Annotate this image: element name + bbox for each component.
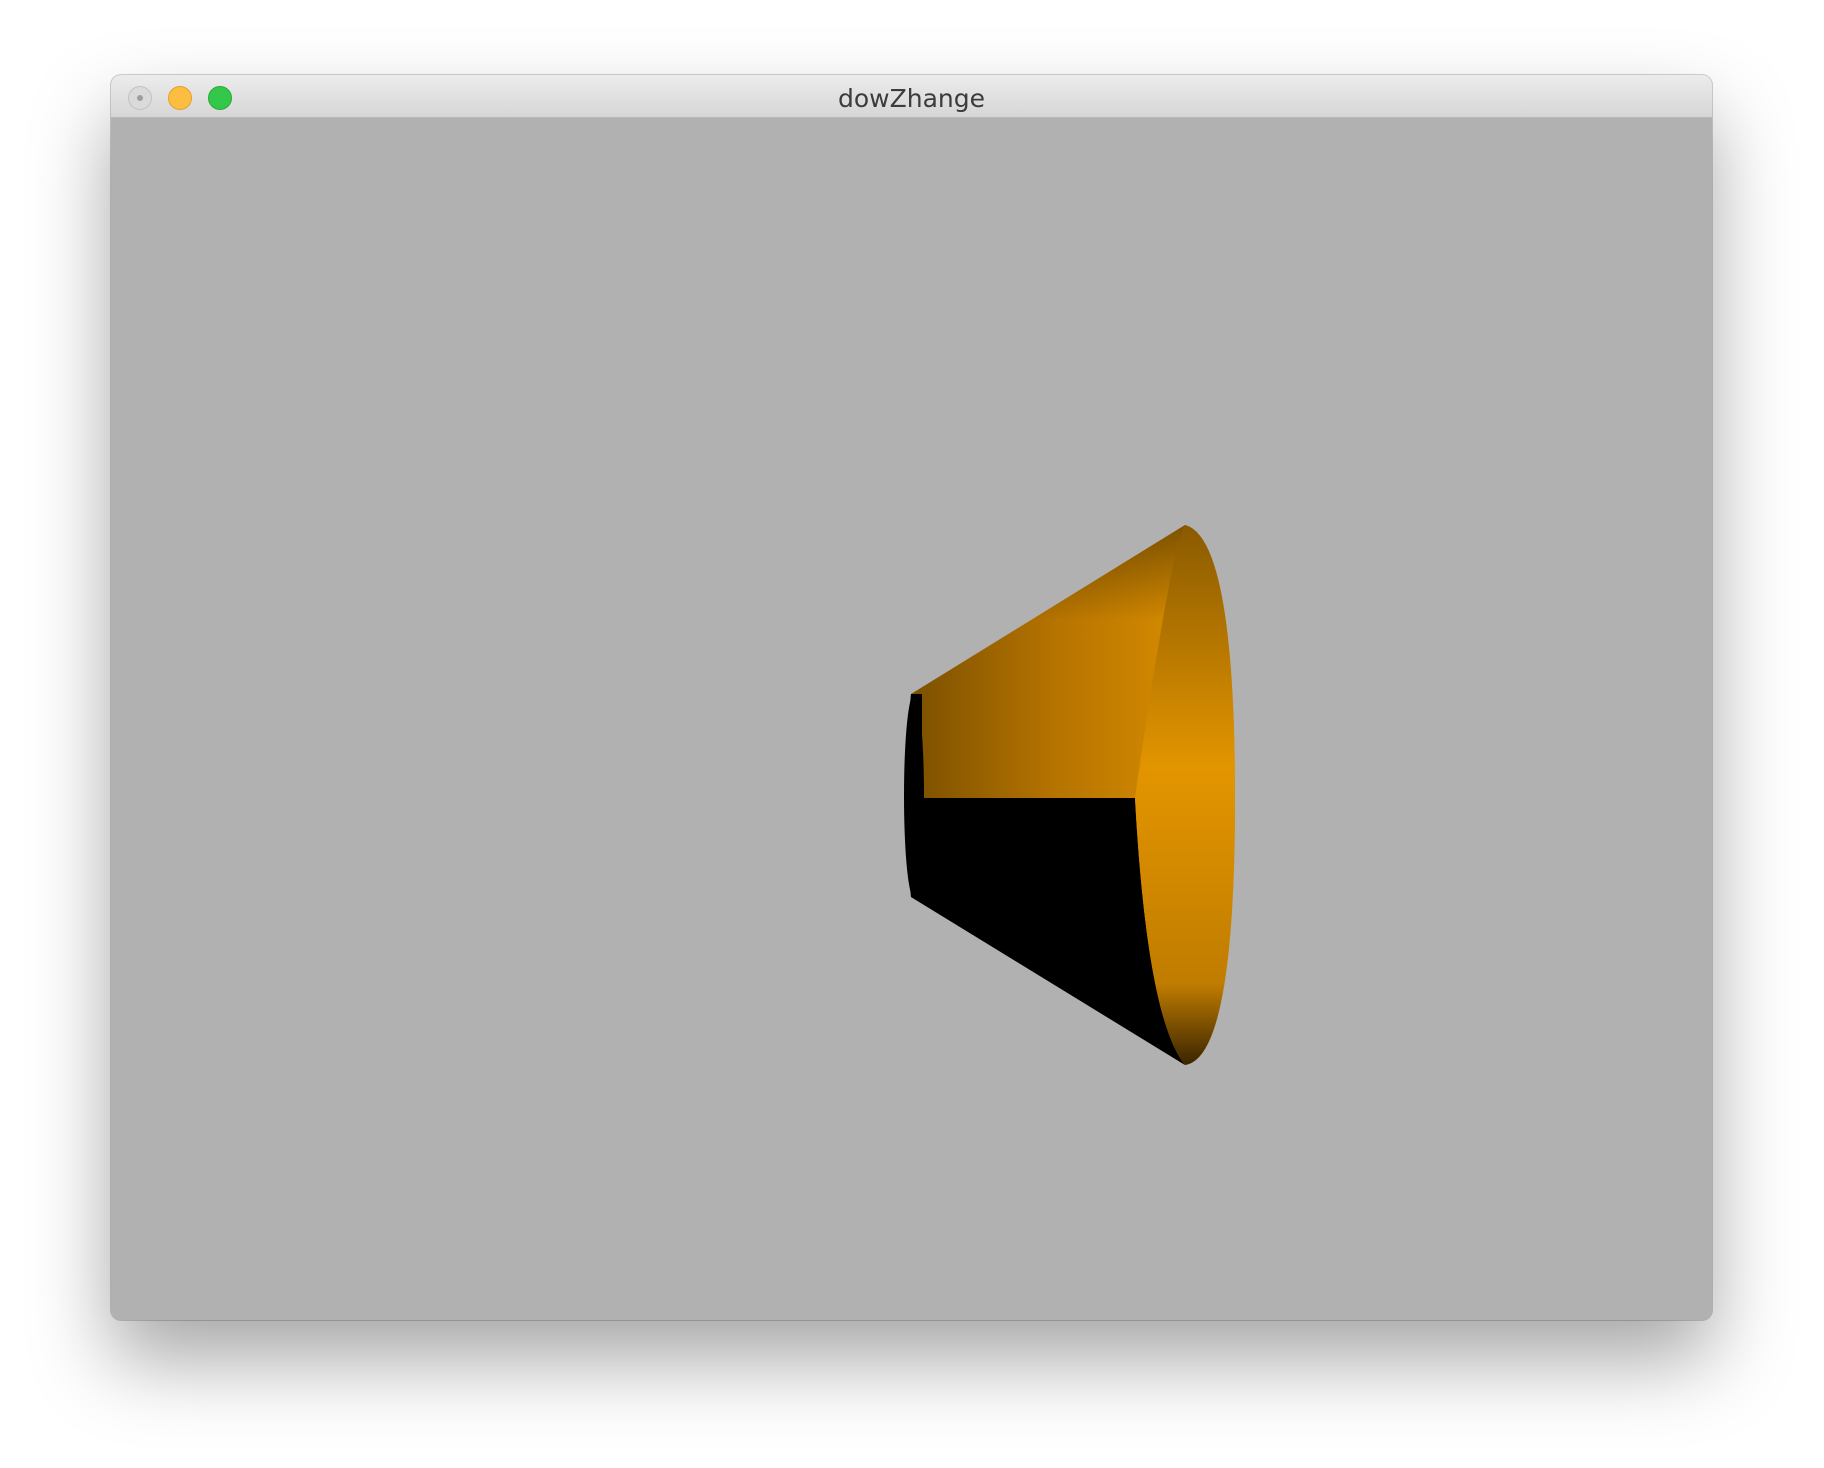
title-bar[interactable]: dowZhange bbox=[111, 75, 1712, 118]
window-title: dowZhange bbox=[838, 84, 985, 113]
render-viewport[interactable] bbox=[111, 118, 1712, 1320]
cone-narrow-end bbox=[904, 694, 924, 898]
scene-canvas bbox=[904, 525, 1235, 1065]
cone-frustum bbox=[904, 525, 1235, 1065]
app-window: dowZhange bbox=[111, 75, 1712, 1320]
